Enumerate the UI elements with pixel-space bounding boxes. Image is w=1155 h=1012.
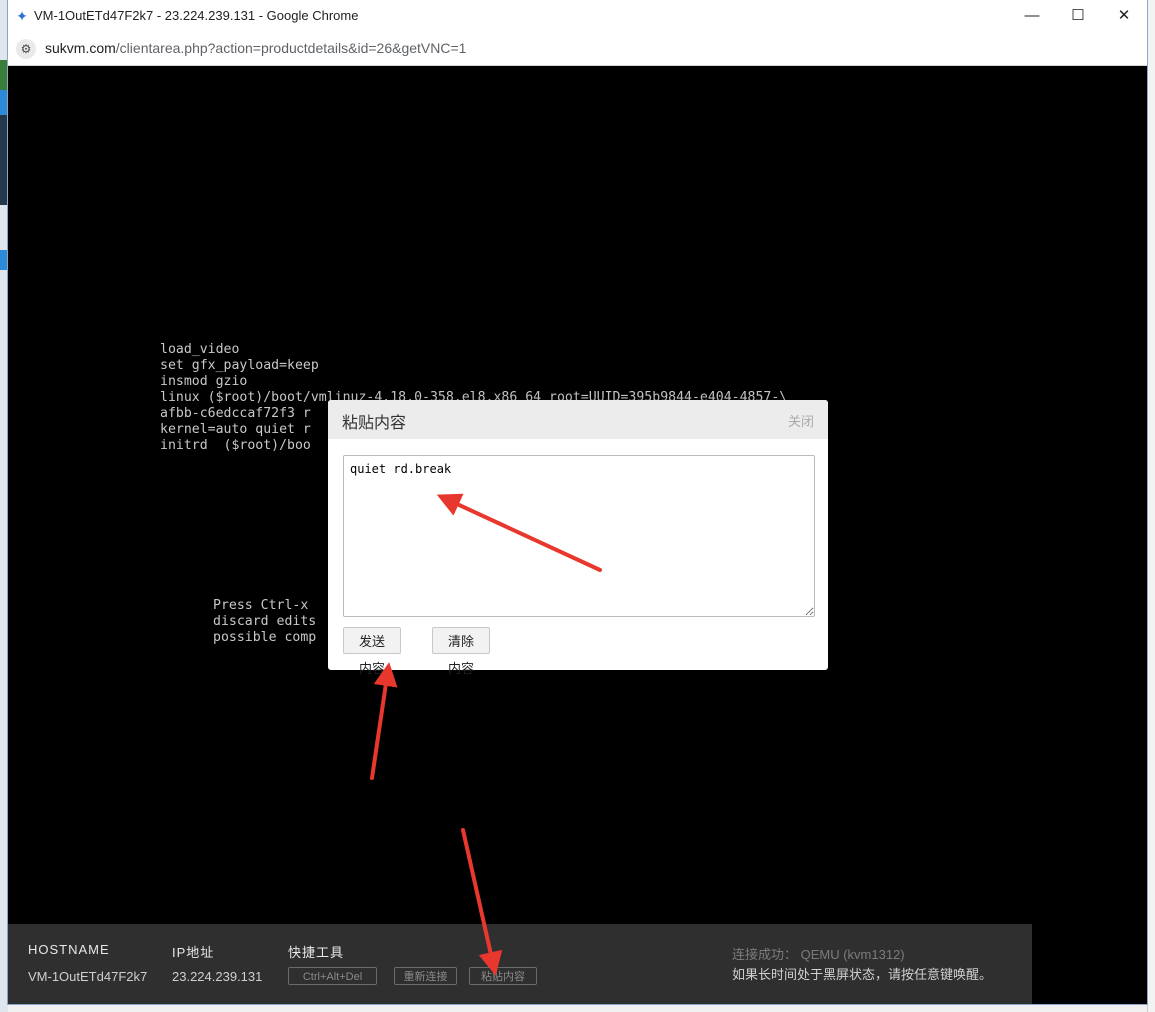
url-domain: sukvm.com: [45, 40, 116, 56]
vm-info-bar: HOSTNAME VM-1OutETd47F2k7 IP地址 23.224.23…: [8, 924, 1032, 1004]
background-window-right: [1147, 0, 1155, 1012]
terminal-line: set gfx_payload=keep: [160, 358, 319, 373]
paste-dialog: 粘贴内容 关闭 quiet rd.break 发送内容 清除内容: [328, 400, 828, 676]
background-window-strip: [0, 0, 8, 1012]
hostname-value: VM-1OutETd47F2k7: [28, 969, 148, 984]
tools-label: 快捷工具: [288, 945, 345, 960]
terminal-line: Press Ctrl-x: [213, 598, 309, 613]
terminal-line: initrd ($root)/boo: [160, 438, 311, 453]
address-bar[interactable]: ⚙ sukvm.com/clientarea.php?action=produc…: [8, 32, 1147, 66]
ip-label: IP地址: [172, 945, 215, 960]
terminal-line: discard edits: [213, 614, 317, 629]
reconnect-button[interactable]: 重新连接: [394, 967, 457, 985]
title-bar: ✦ VM-1OutETd47F2k7 - 23.224.239.131 - Go…: [8, 0, 1147, 32]
background-strip-green: [0, 60, 8, 90]
paste-content-button[interactable]: 粘贴内容: [469, 967, 537, 985]
window-title: VM-1OutETd47F2k7 - 23.224.239.131 - Goog…: [34, 8, 359, 23]
close-window-button[interactable]: ✕: [1101, 0, 1147, 32]
ctrl-alt-del-button[interactable]: Ctrl+Alt+Del: [288, 967, 377, 985]
minimize-button[interactable]: —: [1009, 0, 1055, 32]
vnc-screen[interactable]: load_video set gfx_payload=keep insmod g…: [8, 66, 1147, 924]
background-strip-dark: [0, 115, 8, 205]
site-settings-icon[interactable]: ⚙: [16, 39, 36, 59]
url-text[interactable]: sukvm.com/clientarea.php?action=productd…: [45, 40, 466, 56]
ip-value: 23.224.239.131: [172, 969, 263, 984]
background-strip-blue: [0, 90, 8, 115]
paste-dialog-title: 粘贴内容: [342, 415, 407, 432]
vnc-app-icon: ✦: [16, 8, 28, 24]
connection-status: 连接成功： QEMU (kvm1312): [732, 947, 905, 962]
send-content-button[interactable]: 发送内容: [343, 627, 401, 676]
background-strip-blue-2: [0, 250, 8, 270]
paste-dialog-header: 粘贴内容 关闭: [328, 400, 828, 439]
hostname-label: HOSTNAME: [28, 942, 110, 957]
maximize-button[interactable]: ☐: [1055, 0, 1101, 32]
terminal-line: insmod gzio: [160, 374, 248, 389]
wake-hint: 如果长时间处于黑屏状态，请按任意键唤醒。: [732, 967, 993, 982]
terminal-line: kernel=auto quiet r: [160, 422, 311, 437]
grub-help-lines: Press Ctrl-x discard edits possible comp: [213, 598, 316, 646]
url-path: /clientarea.php?action=productdetails&id…: [115, 40, 467, 56]
clear-content-button[interactable]: 清除内容: [432, 627, 490, 676]
chrome-window: ✦ VM-1OutETd47F2k7 - 23.224.239.131 - Go…: [8, 0, 1147, 1004]
paste-textarea[interactable]: quiet rd.break: [343, 455, 815, 617]
terminal-line: possible comp: [213, 630, 317, 645]
terminal-line: load_video: [160, 342, 240, 357]
paste-dialog-close-button[interactable]: 关闭: [788, 411, 814, 430]
